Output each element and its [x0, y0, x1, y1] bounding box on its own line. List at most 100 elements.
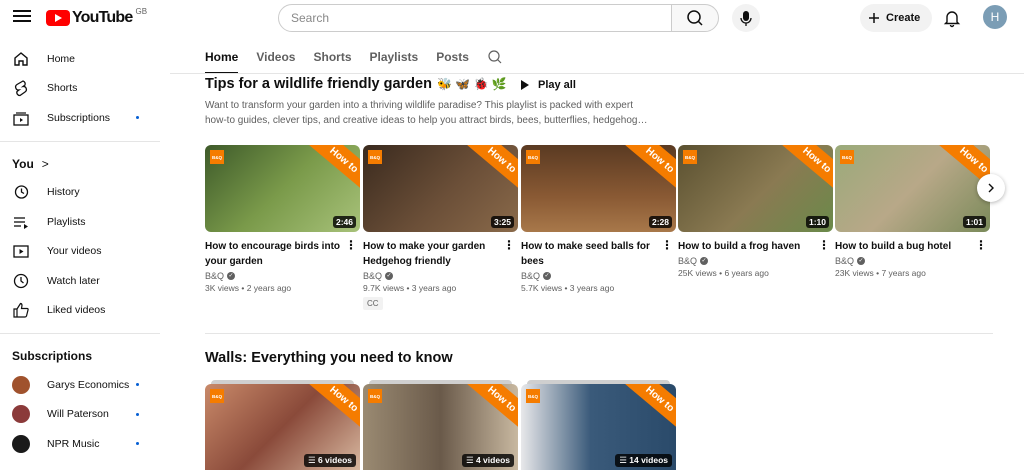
- sidebar-item-liked-videos[interactable]: Liked videos: [0, 296, 170, 326]
- subscription-channel[interactable]: Will Paterson: [0, 400, 170, 430]
- count-text: 14 videos: [629, 455, 668, 465]
- new-content-dot: [136, 383, 139, 386]
- search-icon: [488, 50, 502, 64]
- you-section-link[interactable]: You >: [0, 150, 170, 178]
- region-code: GB: [135, 6, 148, 16]
- tab-home[interactable]: Home: [205, 40, 239, 74]
- video-thumbnail[interactable]: B&Q How to 2:46: [205, 145, 360, 232]
- closed-captions-badge: CC: [363, 297, 383, 310]
- sidebar-item-shorts[interactable]: Shorts: [0, 74, 170, 104]
- sidebar-item-label: Home: [47, 52, 76, 65]
- play-all-button[interactable]: Play all: [520, 76, 576, 94]
- search-icon: [687, 10, 703, 26]
- video-thumbnail[interactable]: B&Q How to 3:25: [363, 145, 518, 232]
- sidebar-item-watch-later[interactable]: Watch later: [0, 266, 170, 296]
- sidebar-item-label: Your videos: [47, 245, 102, 258]
- bq-logo: B&Q: [368, 389, 382, 403]
- video-thumbnail[interactable]: B&Q How to 1:10: [678, 145, 833, 232]
- history-icon: [12, 183, 30, 201]
- your-videos-icon: [12, 242, 30, 260]
- bq-logo: B&Q: [683, 150, 697, 164]
- account-avatar[interactable]: H: [983, 5, 1007, 29]
- video-duration: 3:25: [490, 216, 514, 228]
- create-button[interactable]: Create: [860, 4, 932, 32]
- youtube-play-icon: [46, 10, 70, 26]
- logo-text: YouTube: [72, 9, 133, 26]
- video-card[interactable]: B&Q How to 2:28 How to make seed balls f…: [521, 145, 676, 293]
- video-card[interactable]: B&Q How to 3:25 How to make your garden …: [363, 145, 518, 311]
- more-options-icon[interactable]: ⋮: [975, 238, 987, 252]
- tab-playlists[interactable]: Playlists: [370, 40, 419, 74]
- plus-icon: [869, 13, 879, 23]
- channel-link[interactable]: B&Q ✓: [363, 271, 518, 281]
- how-to-banner: How to: [309, 384, 360, 431]
- video-card[interactable]: B&Q How to 1:01 How to build a bug hotel…: [835, 145, 990, 278]
- more-options-icon[interactable]: ⋮: [345, 238, 357, 252]
- playlist-card[interactable]: B&Q How to ☰ 14 videos: [521, 380, 676, 470]
- video-card[interactable]: B&Q How to 1:10 How to build a frog have…: [678, 145, 833, 278]
- channel-avatar: [12, 375, 30, 394]
- tab-shorts[interactable]: Shorts: [313, 40, 351, 74]
- subscription-channel[interactable]: NPR Music: [0, 429, 170, 459]
- video-thumbnail[interactable]: B&Q How to 1:01: [835, 145, 990, 232]
- tab-posts[interactable]: Posts: [436, 40, 469, 74]
- section-title[interactable]: Tips for a wildlife friendly garden 🐝 🦋 …: [205, 76, 507, 92]
- playlist-thumbnail[interactable]: B&Q How to ☰ 6 videos: [205, 384, 360, 470]
- video-meta: 9.7K views • 3 years ago: [363, 283, 457, 293]
- watch-later-icon: [12, 272, 30, 290]
- tab-videos[interactable]: Videos: [256, 40, 295, 74]
- how-to-banner: How to: [782, 145, 833, 192]
- sidebar-item-home[interactable]: Home: [0, 44, 170, 74]
- section-title[interactable]: Walls: Everything you need to know: [205, 350, 453, 366]
- video-title[interactable]: How to make your garden Hedgehog friendl…: [363, 239, 498, 269]
- channel-name: B&Q: [205, 271, 225, 281]
- more-options-icon[interactable]: ⋮: [818, 238, 830, 252]
- bq-logo: B&Q: [210, 389, 224, 403]
- count-text: 4 videos: [475, 455, 510, 465]
- video-card[interactable]: B&Q How to 2:46 How to encourage birds i…: [205, 145, 360, 293]
- carousel-next-button[interactable]: [977, 174, 1005, 202]
- more-options-icon[interactable]: ⋮: [503, 238, 515, 252]
- channel-link[interactable]: B&Q ✓: [678, 256, 833, 266]
- channel-link[interactable]: B&Q ✓: [521, 271, 676, 281]
- menu-icon[interactable]: [12, 7, 32, 27]
- channel-search-button[interactable]: [487, 40, 503, 74]
- create-label: Create: [886, 12, 921, 24]
- top-bar: YouTube GB Create H: [0, 0, 1024, 36]
- chevron-right-icon: [988, 183, 994, 193]
- home-icon: [12, 50, 30, 68]
- verified-icon: ✓: [543, 272, 552, 280]
- notifications-button[interactable]: [940, 6, 964, 30]
- sidebar: Home Shorts Subscriptions You > History …: [0, 44, 170, 470]
- video-thumbnail[interactable]: B&Q How to 2:28: [521, 145, 676, 232]
- subscription-channel[interactable]: Garys Economics: [0, 370, 170, 400]
- channel-link[interactable]: B&Q ✓: [205, 271, 360, 281]
- search-box: [278, 4, 672, 32]
- video-title[interactable]: How to make seed balls for bees: [521, 239, 656, 269]
- search-input[interactable]: [279, 5, 671, 31]
- sidebar-item-subscriptions[interactable]: Subscriptions: [0, 103, 170, 133]
- playlist-card[interactable]: B&Q How to ☰ 4 videos: [363, 380, 518, 470]
- playlist-thumbnail[interactable]: B&Q How to ☰ 4 videos: [363, 384, 518, 470]
- more-options-icon[interactable]: ⋮: [661, 238, 673, 252]
- playlist-card[interactable]: B&Q How to ☰ 6 videos: [205, 380, 360, 470]
- channel-name: Garys Economics: [47, 378, 130, 391]
- channel-avatar: [12, 405, 30, 424]
- how-to-banner: How to: [467, 384, 518, 431]
- voice-search-button[interactable]: [732, 4, 760, 32]
- search-button[interactable]: [671, 4, 719, 32]
- video-title[interactable]: How to build a frog haven: [678, 239, 813, 254]
- sidebar-item-history[interactable]: History: [0, 178, 170, 208]
- playlist-thumbnail[interactable]: B&Q How to ☰ 14 videos: [521, 384, 676, 470]
- section-description: Want to transform your garden into a thr…: [205, 98, 665, 128]
- you-heading: You: [12, 156, 34, 171]
- sidebar-item-playlists[interactable]: Playlists: [0, 207, 170, 237]
- channel-link[interactable]: B&Q ✓: [835, 256, 990, 266]
- playlist-icon: ☰: [465, 455, 476, 465]
- new-content-dot: [136, 412, 139, 416]
- sidebar-item-your-videos[interactable]: Your videos: [0, 237, 170, 267]
- youtube-logo[interactable]: YouTube GB: [46, 6, 148, 27]
- video-title[interactable]: How to build a bug hotel: [835, 239, 970, 254]
- video-title[interactable]: How to encourage birds into your garden: [205, 239, 340, 269]
- verified-icon: ✓: [857, 257, 866, 265]
